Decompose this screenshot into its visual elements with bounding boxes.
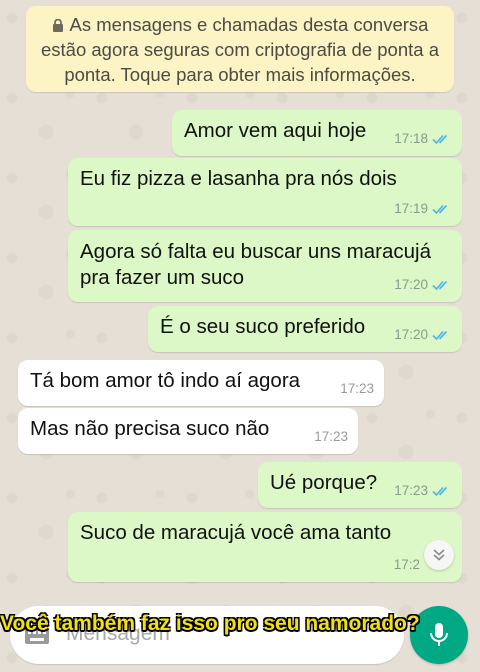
- mic-icon: [430, 623, 448, 646]
- notice-line-3: ponta. Toque para obter mais informações…: [64, 64, 416, 85]
- message-text-line-1: Agora só falta eu buscar uns maracujá: [80, 240, 431, 263]
- encryption-notice[interactable]: As mensagens e chamadas desta conversa e…: [26, 6, 454, 92]
- message-time: 17:20: [394, 277, 428, 292]
- chevron-down-double-icon: [433, 549, 445, 561]
- message-text: Amor vem aqui hoje: [184, 119, 367, 142]
- message-text: É o seu suco preferido: [160, 315, 366, 338]
- message-text-line-2: pra fazer um suco: [80, 266, 245, 289]
- double-check-icon: [432, 204, 448, 215]
- message-bubble-incoming[interactable]: Tá bom amor tô indo aí agora 17:23: [18, 360, 384, 406]
- chat-area[interactable]: As mensagens e chamadas desta conversa e…: [0, 0, 480, 672]
- double-check-icon: [432, 280, 448, 291]
- notice-line-1: As mensagens e chamadas desta conversa: [69, 14, 429, 35]
- message-bubble-outgoing[interactable]: Ué porque? 17:23: [258, 462, 462, 508]
- message-bubble-outgoing[interactable]: É o seu suco preferido 17:20: [148, 306, 462, 352]
- message-text: Eu fiz pizza e lasanha pra nós dois: [80, 167, 397, 190]
- message-bubble-incoming[interactable]: Mas não precisa suco não 17:23: [18, 408, 358, 454]
- message-time: 17:2: [393, 557, 420, 572]
- message-bubble-outgoing[interactable]: Eu fiz pizza e lasanha pra nós dois 17:1…: [68, 158, 462, 226]
- message-text: Tá bom amor tô indo aí agora: [30, 369, 301, 392]
- message-time: 17:23: [314, 429, 348, 444]
- message-bubble-outgoing[interactable]: Agora só falta eu buscar uns maracujá pr…: [68, 230, 462, 302]
- notice-line-2: estão agora seguras com criptografia de …: [41, 39, 439, 60]
- scroll-to-bottom-button[interactable]: [424, 540, 454, 570]
- message-time: 17:19: [394, 201, 428, 216]
- message-text: Ué porque?: [270, 471, 378, 494]
- message-text: Mas não precisa suco não: [30, 417, 270, 440]
- lock-icon: [52, 19, 63, 32]
- message-time: 17:23: [394, 483, 428, 498]
- message-text: Suco de maracujá você ama tanto: [80, 521, 392, 544]
- message-bubble-outgoing[interactable]: Suco de maracujá você ama tanto 17:2: [68, 512, 462, 582]
- double-check-icon: [432, 330, 448, 341]
- message-time: 17:20: [394, 327, 428, 342]
- message-time: 17:23: [340, 381, 374, 396]
- video-caption: Você também faz isso pro seu namorado?: [0, 612, 420, 635]
- message-time: 17:18: [394, 131, 428, 146]
- message-bubble-outgoing[interactable]: Amor vem aqui hoje 17:18: [172, 110, 462, 156]
- double-check-icon: [432, 134, 448, 145]
- double-check-icon: [432, 486, 448, 497]
